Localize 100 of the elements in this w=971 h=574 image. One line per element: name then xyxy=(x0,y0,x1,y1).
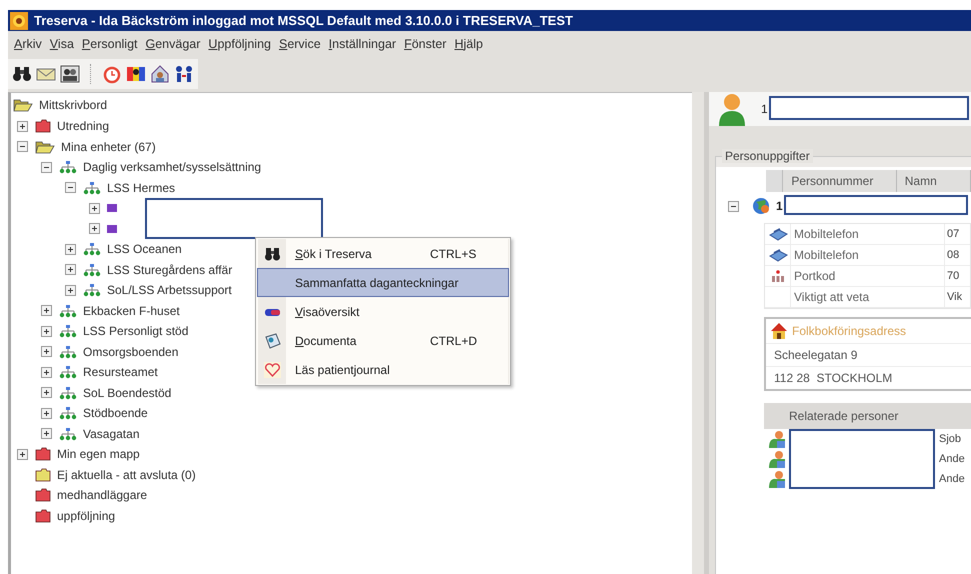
document-icon xyxy=(264,332,280,348)
org-chart-icon xyxy=(59,406,77,420)
tree-item[interactable]: LSS Hermes xyxy=(107,180,176,195)
expander-icon[interactable] xyxy=(17,120,28,132)
tree-item[interactable]: Min egen mapp xyxy=(57,447,140,462)
expander-icon[interactable] xyxy=(41,428,52,440)
shortcut-label: CTRL+D xyxy=(430,334,478,348)
column-header[interactable]: Personnummer xyxy=(783,170,897,192)
expander-icon[interactable] xyxy=(17,141,28,152)
org-chart-icon xyxy=(59,304,77,318)
field-label: Mobiltelefon xyxy=(790,245,944,265)
person-icon xyxy=(717,92,747,126)
people-icon xyxy=(768,450,786,468)
org-chart-icon xyxy=(83,283,101,298)
house-person-icon[interactable] xyxy=(150,64,170,84)
field-value: 70 xyxy=(944,266,960,286)
table-cell-text: Sjob xyxy=(938,433,962,445)
expander-icon[interactable] xyxy=(41,366,52,378)
tree-item[interactable]: SoL/LSS Arbetssupport xyxy=(107,283,232,298)
tree-item[interactable]: Stödboende xyxy=(83,406,148,420)
phone-icon xyxy=(768,247,788,263)
field-label: Viktigt att veta xyxy=(790,287,944,307)
globe-icon xyxy=(752,197,770,215)
field-value: 07 xyxy=(944,224,960,244)
menu-item[interactable]: Sök i Treserva CTRL+S xyxy=(257,239,509,268)
expander-icon[interactable] xyxy=(17,448,28,460)
tree-item[interactable]: Daglig verksamhet/sysselsättning xyxy=(83,160,262,174)
menu-item[interactable]: Visaöversikt xyxy=(257,297,509,326)
expander-icon[interactable] xyxy=(728,200,739,212)
field-value: Vik xyxy=(944,287,962,307)
tree-item[interactable]: LSS Sturegårdens affär xyxy=(107,262,232,277)
tree-item[interactable]: Mittskrivbord xyxy=(39,98,108,112)
tree-item[interactable]: Ej aktuella - att avsluta (0) xyxy=(57,468,196,482)
house-icon xyxy=(770,322,788,340)
shortcut-label: CTRL+S xyxy=(430,246,476,260)
tree-item[interactable]: medhandläggare xyxy=(57,488,148,502)
org-chart-icon xyxy=(59,426,77,441)
menu-item[interactable]: Documenta CTRL+D xyxy=(257,326,509,355)
expander-icon[interactable] xyxy=(41,408,52,419)
tree-item[interactable]: Vasagatan xyxy=(83,426,140,441)
menu-item[interactable]: Inställningar xyxy=(328,37,396,55)
tree-item[interactable]: SoL Boendestöd xyxy=(83,386,172,400)
menu-item[interactable]: Uppföljning xyxy=(208,37,271,55)
expander-icon[interactable] xyxy=(41,305,52,316)
tree-item[interactable]: Omsorgsboenden xyxy=(83,344,178,359)
tree-item[interactable]: Ekbacken F-huset xyxy=(83,304,180,318)
tree-item[interactable]: Mina enheter (67) xyxy=(61,140,156,154)
menu-item[interactable]: Läs patientjournal xyxy=(257,355,509,384)
window-title: Treserva - Ida Bäckström inloggad mot MSSQL Default med 3.10.0.0 i TRESERVA_TEST xyxy=(34,13,573,28)
menu-item[interactable]: Fönster xyxy=(404,37,446,55)
tree-item[interactable]: uppföljning xyxy=(57,508,116,523)
section-header: Relaterade personer xyxy=(764,403,971,429)
expander-icon[interactable] xyxy=(41,346,52,358)
org-chart-icon xyxy=(59,365,77,380)
org-chart-icon xyxy=(83,180,101,195)
expander-icon[interactable] xyxy=(89,223,100,234)
address-line: 112 28 STOCKHOLM xyxy=(766,366,971,389)
address-line: Scheelegatan 9 xyxy=(766,343,971,366)
expander-icon[interactable] xyxy=(41,162,52,173)
field-value: 08 xyxy=(944,245,960,265)
field-label: Mobiltelefon xyxy=(790,224,944,244)
binoculars-icon xyxy=(264,246,280,262)
menu-item[interactable]: Personligt xyxy=(82,37,138,55)
table-cell-text: Ande xyxy=(938,473,965,485)
org-chart-icon xyxy=(59,386,77,400)
tree-item[interactable]: Resursteamet xyxy=(83,365,158,380)
expander-icon[interactable] xyxy=(65,264,76,276)
menu-item[interactable]: Genvägar xyxy=(146,37,200,55)
expander-icon[interactable] xyxy=(65,284,76,296)
expander-icon[interactable] xyxy=(65,182,76,194)
people-icon xyxy=(768,470,786,488)
people-icon[interactable] xyxy=(60,64,80,84)
table-cell-text: Ande xyxy=(938,453,965,465)
menu-item[interactable]: Visa xyxy=(50,37,74,55)
org-chart-icon xyxy=(59,324,77,338)
heart-icon xyxy=(264,362,280,378)
section-title: Folkbokföringsadress xyxy=(792,324,906,338)
person-name: 1 xyxy=(761,102,768,116)
menu-item[interactable]: Hjälp xyxy=(454,37,483,55)
expander-icon[interactable] xyxy=(65,244,76,255)
expander-icon[interactable] xyxy=(41,387,52,398)
org-chart-icon xyxy=(59,160,77,174)
row-header-cell xyxy=(766,170,784,192)
expander-icon[interactable] xyxy=(89,202,100,214)
tree-item[interactable]: LSS Oceanen xyxy=(107,242,182,256)
expander-icon[interactable] xyxy=(41,326,52,337)
column-header[interactable]: Namn xyxy=(896,170,971,192)
org-chart-icon xyxy=(83,262,101,277)
sunflower-icon xyxy=(10,12,28,30)
org-chart-icon xyxy=(83,242,101,256)
binoculars-icon[interactable] xyxy=(12,64,32,84)
menu-item[interactable]: Service xyxy=(278,37,321,55)
alarm-clock-icon[interactable] xyxy=(102,64,122,84)
group-title: Personuppgifter xyxy=(722,149,813,163)
org-chart-icon xyxy=(59,344,77,359)
phone-icon xyxy=(768,226,788,242)
menu-item[interactable]: Arkiv xyxy=(14,37,42,55)
tree-item[interactable]: Utredning xyxy=(57,119,110,134)
menu-item[interactable]: Sammanfatta daganteckningar xyxy=(257,268,509,297)
tree-item[interactable]: LSS Personligt stöd xyxy=(83,324,188,338)
